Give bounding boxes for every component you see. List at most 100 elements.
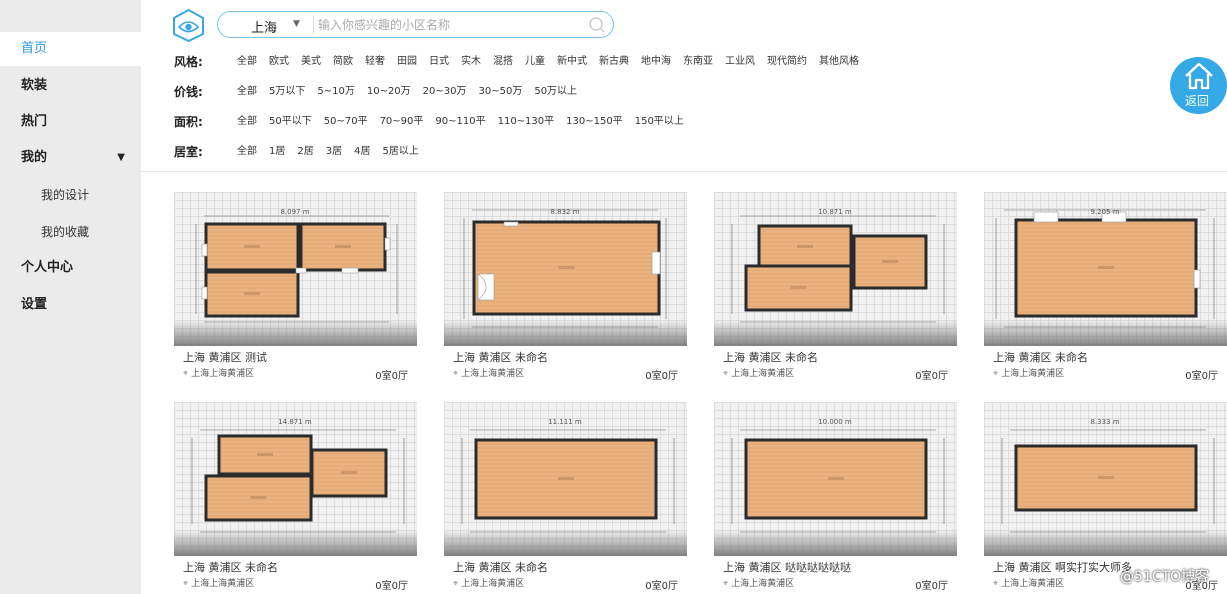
design-card[interactable]: 10.871 m 上海 黄浦区 未命名 ⌖ 上海上海黄浦区 0室0厅 bbox=[714, 192, 957, 382]
filter-option[interactable]: 2居 bbox=[297, 142, 313, 162]
floor-plan-image[interactable]: 10.871 m bbox=[714, 192, 957, 346]
card-title: 上海 黄浦区 未命名 bbox=[453, 351, 548, 364]
image-fade bbox=[444, 320, 687, 346]
filter-option[interactable]: 全部 bbox=[237, 112, 257, 132]
sidebar-item-settings[interactable]: 设置 bbox=[0, 288, 141, 322]
search-input[interactable] bbox=[313, 15, 578, 34]
sidebar-item-label: 首页 bbox=[21, 41, 48, 56]
sidebar-item-soft-decor[interactable]: 软装 bbox=[0, 69, 141, 103]
floor-plan-image[interactable]: 11.111 m bbox=[444, 402, 687, 556]
filter-label: 居室: bbox=[174, 145, 203, 159]
filter-option[interactable]: 110~130平 bbox=[498, 112, 555, 132]
card-title: 上海 黄浦区 测试 bbox=[183, 351, 267, 364]
filter-option[interactable]: 90~110平 bbox=[435, 112, 485, 132]
filter-option[interactable]: 全部 bbox=[237, 52, 257, 72]
filter-option[interactable]: 10~20万 bbox=[367, 82, 411, 102]
filter-option[interactable]: 新中式 bbox=[557, 52, 587, 72]
card-title: 上海 黄浦区 哒哒哒哒哒哒 bbox=[723, 561, 851, 574]
filter-option[interactable]: 日式 bbox=[429, 52, 449, 72]
floor-plan-image[interactable]: 9.205 m bbox=[984, 192, 1227, 346]
sidebar-item-label: 我的收藏 bbox=[41, 225, 90, 239]
search-icon[interactable] bbox=[588, 16, 606, 34]
design-card[interactable]: 11.111 m 上海 黄浦区 未命名 ⌖ 上海上海黄浦区 0室0厅 bbox=[444, 402, 687, 592]
image-fade bbox=[174, 320, 417, 346]
sidebar-item-label: 个人中心 bbox=[21, 260, 74, 275]
filter-option[interactable]: 130~150平 bbox=[566, 112, 623, 132]
sidebar-item-label: 热门 bbox=[21, 114, 48, 129]
card-rooms: 0室0厅 bbox=[915, 581, 948, 592]
filter-label: 价钱: bbox=[174, 85, 203, 99]
sidebar-item-hot[interactable]: 热门 bbox=[0, 105, 141, 139]
back-button[interactable]: 返回 bbox=[1170, 57, 1227, 114]
design-card[interactable]: 10.000 m 上海 黄浦区 哒哒哒哒哒哒 ⌖ 上海上海黄浦区 0室0厅 bbox=[714, 402, 957, 592]
card-rooms: 0室0厅 bbox=[375, 581, 408, 592]
sidebar-item-my-favorites[interactable]: 我的收藏 bbox=[0, 215, 141, 249]
filter-option[interactable]: 30~50万 bbox=[479, 82, 523, 102]
watermark: @51CTO博客 bbox=[1120, 569, 1210, 585]
filter-option[interactable]: 150平以上 bbox=[635, 112, 684, 132]
filter-option[interactable]: 田园 bbox=[397, 52, 417, 72]
design-card[interactable]: 8.832 m 上海 黄浦区 未命名 ⌖ 上海上海黄浦区 0室0厅 bbox=[444, 192, 687, 382]
design-card[interactable]: 8.097 m 上海 黄浦区 测试 ⌖ 上海上海黄浦区 0室0厅 bbox=[174, 192, 417, 382]
filter-option[interactable]: 3居 bbox=[326, 142, 342, 162]
svg-text:10.000 m: 10.000 m bbox=[818, 418, 852, 426]
filter-option[interactable]: 新古典 bbox=[599, 52, 629, 72]
home-icon bbox=[1185, 62, 1213, 90]
sidebar-item-home[interactable]: 首页 bbox=[0, 32, 141, 66]
card-rooms: 0室0厅 bbox=[915, 371, 948, 382]
filter-options: 全部 5万以下 5~10万 10~20万 20~30万 30~50万 50万以上 bbox=[237, 82, 589, 102]
sidebar-item-mine[interactable]: 我的 ▼ bbox=[0, 141, 141, 175]
eye-house-logo-icon[interactable] bbox=[172, 8, 205, 42]
sidebar-item-profile[interactable]: 个人中心 bbox=[0, 251, 141, 285]
sidebar-item-label: 我的 bbox=[21, 150, 48, 165]
floor-plan-image[interactable]: 8.333 m bbox=[984, 402, 1227, 556]
card-address: ⌖ 上海上海黄浦区 bbox=[723, 576, 794, 589]
filter-option[interactable]: 简欧 bbox=[333, 52, 353, 72]
floor-plan-image[interactable]: 10.000 m bbox=[714, 402, 957, 556]
design-card[interactable]: 8.333 m 上海 黄浦区 啊实打实大师多 ⌖ 上海上海黄浦区 0室0厅 bbox=[984, 402, 1227, 592]
filter-option[interactable]: 5居以上 bbox=[383, 142, 419, 162]
filter-option[interactable]: 全部 bbox=[237, 82, 257, 102]
filter-label: 面积: bbox=[174, 115, 203, 129]
filter-option[interactable]: 东南亚 bbox=[683, 52, 713, 72]
filter-option[interactable]: 其他风格 bbox=[819, 52, 859, 72]
filter-option[interactable]: 轻奢 bbox=[365, 52, 385, 72]
city-select[interactable]: 上海 ▼ bbox=[218, 12, 310, 37]
filter-option[interactable]: 50平以下 bbox=[269, 112, 312, 132]
filter-option[interactable]: 欧式 bbox=[269, 52, 289, 72]
filter-option[interactable]: 实木 bbox=[461, 52, 481, 72]
design-card[interactable]: 9.205 m 上海 黄浦区 未命名 ⌖ 上海上海黄浦区 0室0厅 bbox=[984, 192, 1227, 382]
card-address: ⌖ 上海上海黄浦区 bbox=[183, 576, 254, 589]
filter-option[interactable]: 50万以上 bbox=[534, 82, 577, 102]
filter-option[interactable]: 儿童 bbox=[525, 52, 545, 72]
image-fade bbox=[174, 530, 417, 556]
card-rooms: 0室0厅 bbox=[645, 371, 678, 382]
filter-option[interactable]: 1居 bbox=[269, 142, 285, 162]
filter-option[interactable]: 5~10万 bbox=[317, 82, 354, 102]
filter-option[interactable]: 地中海 bbox=[641, 52, 671, 72]
filter-option[interactable]: 50~70平 bbox=[324, 112, 368, 132]
filter-option[interactable]: 20~30万 bbox=[423, 82, 467, 102]
filter-option[interactable]: 现代简约 bbox=[767, 52, 807, 72]
filter-option[interactable]: 美式 bbox=[301, 52, 321, 72]
city-label: 上海 bbox=[251, 21, 278, 36]
floor-plan-image[interactable]: 8.832 m bbox=[444, 192, 687, 346]
filter-option[interactable]: 70~90平 bbox=[380, 112, 424, 132]
sidebar-item-my-designs[interactable]: 我的设计 bbox=[0, 178, 141, 212]
filter-option[interactable]: 4居 bbox=[354, 142, 370, 162]
divider bbox=[141, 171, 1227, 172]
filter-option[interactable]: 5万以下 bbox=[269, 82, 305, 102]
card-rooms: 0室0厅 bbox=[645, 581, 678, 592]
filter-option[interactable]: 全部 bbox=[237, 142, 257, 162]
image-fade bbox=[984, 530, 1227, 556]
caret-down-icon: ▼ bbox=[117, 152, 125, 163]
card-address: ⌖ 上海上海黄浦区 bbox=[183, 366, 254, 379]
design-card[interactable]: 14.871 m 上海 黄浦区 未命名 ⌖ 上海上海黄浦区 0室0厅 bbox=[174, 402, 417, 592]
filter-option[interactable]: 工业风 bbox=[725, 52, 755, 72]
card-address: ⌖ 上海上海黄浦区 bbox=[453, 366, 524, 379]
floor-plan-image[interactable]: 8.097 m bbox=[174, 192, 417, 346]
card-address-text: 上海上海黄浦区 bbox=[461, 369, 525, 379]
filter-option[interactable]: 混搭 bbox=[493, 52, 513, 72]
card-title: 上海 黄浦区 未命名 bbox=[723, 351, 818, 364]
floor-plan-image[interactable]: 14.871 m bbox=[174, 402, 417, 556]
